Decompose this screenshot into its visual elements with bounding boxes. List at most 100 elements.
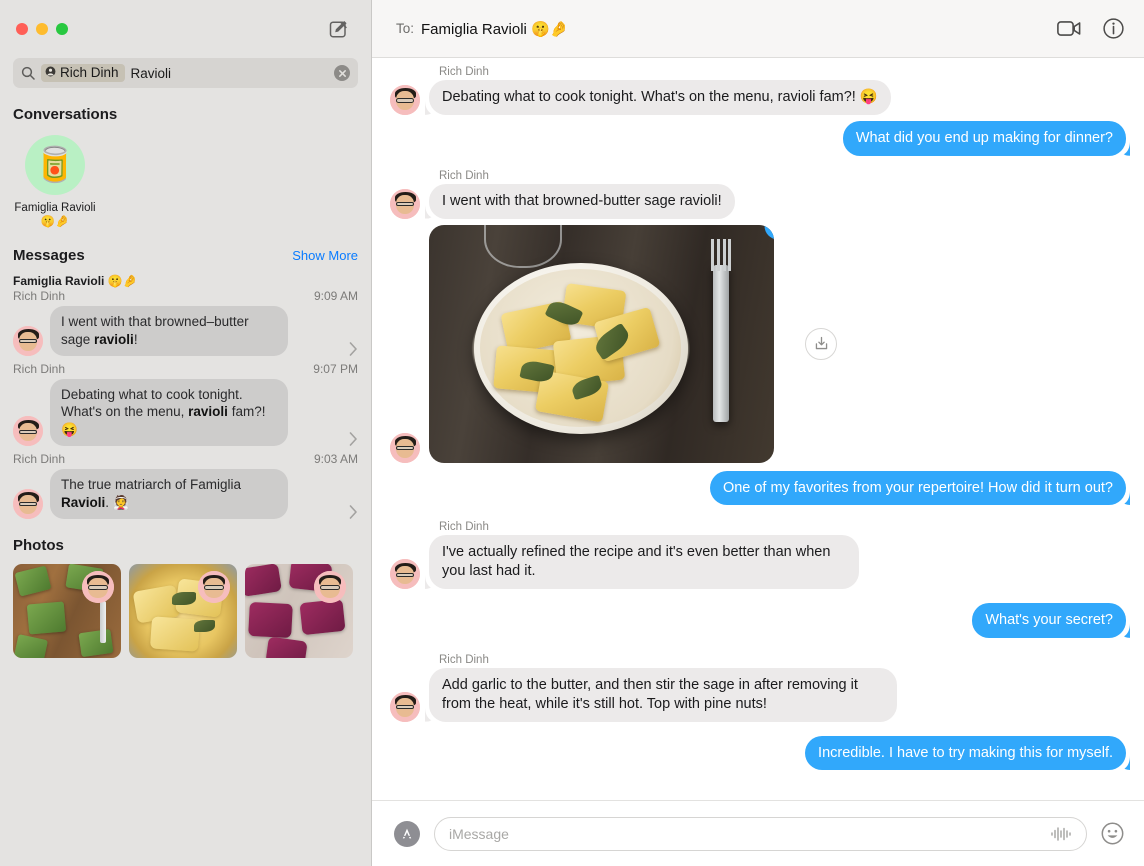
to-label: To:: [396, 21, 415, 36]
audio-waveform-icon[interactable]: [1050, 826, 1072, 842]
photos-list: [0, 554, 371, 658]
heart-reaction-badge[interactable]: [761, 224, 774, 252]
result-conversation-name: Famiglia Ravioli 🤫🤌: [13, 274, 138, 289]
photo-thumbnail[interactable]: [13, 563, 121, 658]
message-bubble[interactable]: I've actually refined the recipe and it'…: [429, 535, 859, 590]
messages-section-header: Messages Show More: [0, 229, 371, 264]
conversation-name: Famiglia Ravioli 🤫🤌: [14, 202, 96, 229]
chevron-right-icon[interactable]: [343, 432, 358, 446]
show-more-button[interactable]: Show More: [292, 248, 358, 263]
avatar: [13, 325, 43, 356]
result-text-match: Ravioli: [61, 494, 106, 510]
list-item[interactable]: Rich Dinh 9:03 AM The true matriarch of …: [0, 446, 371, 519]
result-text-after: !: [133, 331, 138, 347]
message-row: Debating what to cook tonight. What's on…: [390, 80, 1126, 115]
conversations-title: Conversations: [13, 106, 118, 123]
message-results-list: Famiglia Ravioli 🤫🤌 Rich Dinh 9:09 AM I …: [0, 264, 371, 519]
app-store-icon[interactable]: [394, 820, 420, 847]
minimize-button[interactable]: [36, 23, 48, 35]
traffic-lights: [16, 23, 68, 35]
emoji-smiley-icon[interactable]: [1101, 822, 1124, 845]
message-row: Incredible. I have to try making this fo…: [390, 735, 1126, 771]
message-input[interactable]: iMessage: [434, 816, 1087, 851]
avatar: [13, 416, 43, 447]
message-bubble[interactable]: Incredible. I have to try making this fo…: [805, 735, 1126, 771]
avatar: [314, 570, 346, 603]
conversation-result-famiglia-ravioli[interactable]: 🥫 Famiglia Ravioli 🤫🤌: [13, 135, 97, 229]
photos-section-header: Photos: [0, 519, 371, 554]
chevron-right-icon[interactable]: [343, 341, 358, 356]
result-sender: Rich Dinh: [13, 452, 66, 467]
image-attachment[interactable]: [429, 224, 774, 463]
download-icon[interactable]: [805, 327, 837, 360]
message-row: I went with that browned-butter sage rav…: [390, 183, 1126, 219]
compose-icon[interactable]: [327, 17, 351, 41]
message-bubble[interactable]: Add garlic to the butter, and then stir …: [429, 667, 897, 722]
message-sender: Rich Dinh: [439, 66, 489, 78]
result-text-after: . 👰: [105, 494, 130, 510]
message-bubble[interactable]: One of my favorites from your repertoire…: [709, 470, 1126, 506]
result-text-match: ravioli: [188, 404, 228, 420]
result-bubble: I went with that browned–butter sage rav…: [50, 306, 288, 356]
chat-pane: To: Famiglia Ravioli 🤫🤌 Rich Dinh Debati…: [372, 0, 1144, 866]
messages-window: Rich Dinh Ravioli Conversations 🥫 Famigl…: [0, 0, 1144, 866]
avatar: [390, 84, 420, 115]
message-input-placeholder: iMessage: [449, 825, 509, 842]
result-text-before: The true matriarch of Famiglia: [61, 477, 242, 493]
clear-icon[interactable]: [334, 65, 350, 81]
message-row: One of my favorites from your repertoire…: [390, 470, 1126, 506]
message-bubble[interactable]: Debating what to cook tonight. What's on…: [429, 80, 891, 115]
result-sender: Rich Dinh: [13, 289, 66, 304]
result-bubble: The true matriarch of Famiglia Ravioli. …: [50, 469, 288, 519]
person-icon: [45, 65, 56, 80]
avatar: [390, 432, 420, 463]
titlebar: [0, 0, 371, 58]
photo-thumbnail[interactable]: [245, 563, 353, 658]
result-time: 9:09 AM: [313, 289, 358, 304]
search-container: Rich Dinh Ravioli: [0, 58, 371, 88]
sidebar-results: Conversations 🥫 Famiglia Ravioli 🤫🤌 Mess…: [0, 88, 371, 866]
message-group-incoming: Rich Dinh I've actually refined the reci…: [390, 521, 1126, 603]
message-bubble[interactable]: I went with that browned-butter sage rav…: [429, 183, 735, 219]
search-query-text: Ravioli: [130, 65, 172, 81]
recipient-name[interactable]: Famiglia Ravioli 🤫🤌: [421, 20, 568, 38]
result-time: 9:07 PM: [313, 361, 358, 376]
photo-thumbnail[interactable]: [129, 563, 237, 658]
sidebar: Rich Dinh Ravioli Conversations 🥫 Famigl…: [0, 0, 372, 866]
search-token-contact[interactable]: Rich Dinh: [41, 64, 125, 82]
zoom-button[interactable]: [56, 23, 68, 35]
messages-title: Messages: [13, 247, 85, 265]
conversations-list: 🥫 Famiglia Ravioli 🤫🤌: [0, 123, 371, 229]
message-thread[interactable]: Rich Dinh Debating what to cook tonight.…: [372, 58, 1144, 800]
result-row: I went with that browned–butter sage rav…: [13, 306, 358, 356]
video-camera-icon[interactable]: [1057, 20, 1081, 37]
header-actions: [1057, 18, 1124, 39]
message-group-incoming: Rich Dinh Debating what to cook tonight.…: [390, 66, 1126, 121]
result-bubble: Debating what to cook tonight. What's on…: [50, 378, 288, 447]
chevron-right-icon[interactable]: [343, 504, 358, 519]
message-row: I've actually refined the recipe and it'…: [390, 535, 1126, 590]
chat-header: To: Famiglia Ravioli 🤫🤌: [372, 0, 1144, 58]
info-circle-icon[interactable]: [1103, 18, 1124, 39]
avatar: [390, 559, 420, 590]
message-sender: Rich Dinh: [439, 653, 489, 666]
search-input[interactable]: Rich Dinh Ravioli: [13, 58, 358, 88]
composer-bar: iMessage: [372, 800, 1144, 866]
conversations-section-header: Conversations: [0, 88, 371, 123]
message-group-incoming: Rich Dinh I went with that browned-butte…: [390, 170, 1126, 225]
message-row-attachment: [390, 224, 1126, 463]
result-meta: Rich Dinh 9:09 AM: [13, 289, 358, 303]
list-item[interactable]: Famiglia Ravioli 🤫🤌 Rich Dinh 9:09 AM I …: [0, 268, 371, 356]
message-bubble[interactable]: What did you end up making for dinner?: [842, 120, 1126, 156]
result-time: 9:03 AM: [313, 452, 358, 467]
avatar: [390, 691, 420, 722]
avatar: [198, 570, 230, 603]
avatar: [82, 570, 114, 603]
message-row: What's your secret?: [390, 603, 1126, 638]
close-button[interactable]: [16, 23, 28, 35]
message-bubble[interactable]: What's your secret?: [972, 603, 1126, 638]
result-meta: Rich Dinh 9:03 AM: [13, 452, 358, 466]
message-row: What did you end up making for dinner?: [390, 120, 1126, 156]
list-item[interactable]: Rich Dinh 9:07 PM Debating what to cook …: [0, 356, 371, 447]
conversation-avatar: 🥫: [25, 135, 85, 195]
